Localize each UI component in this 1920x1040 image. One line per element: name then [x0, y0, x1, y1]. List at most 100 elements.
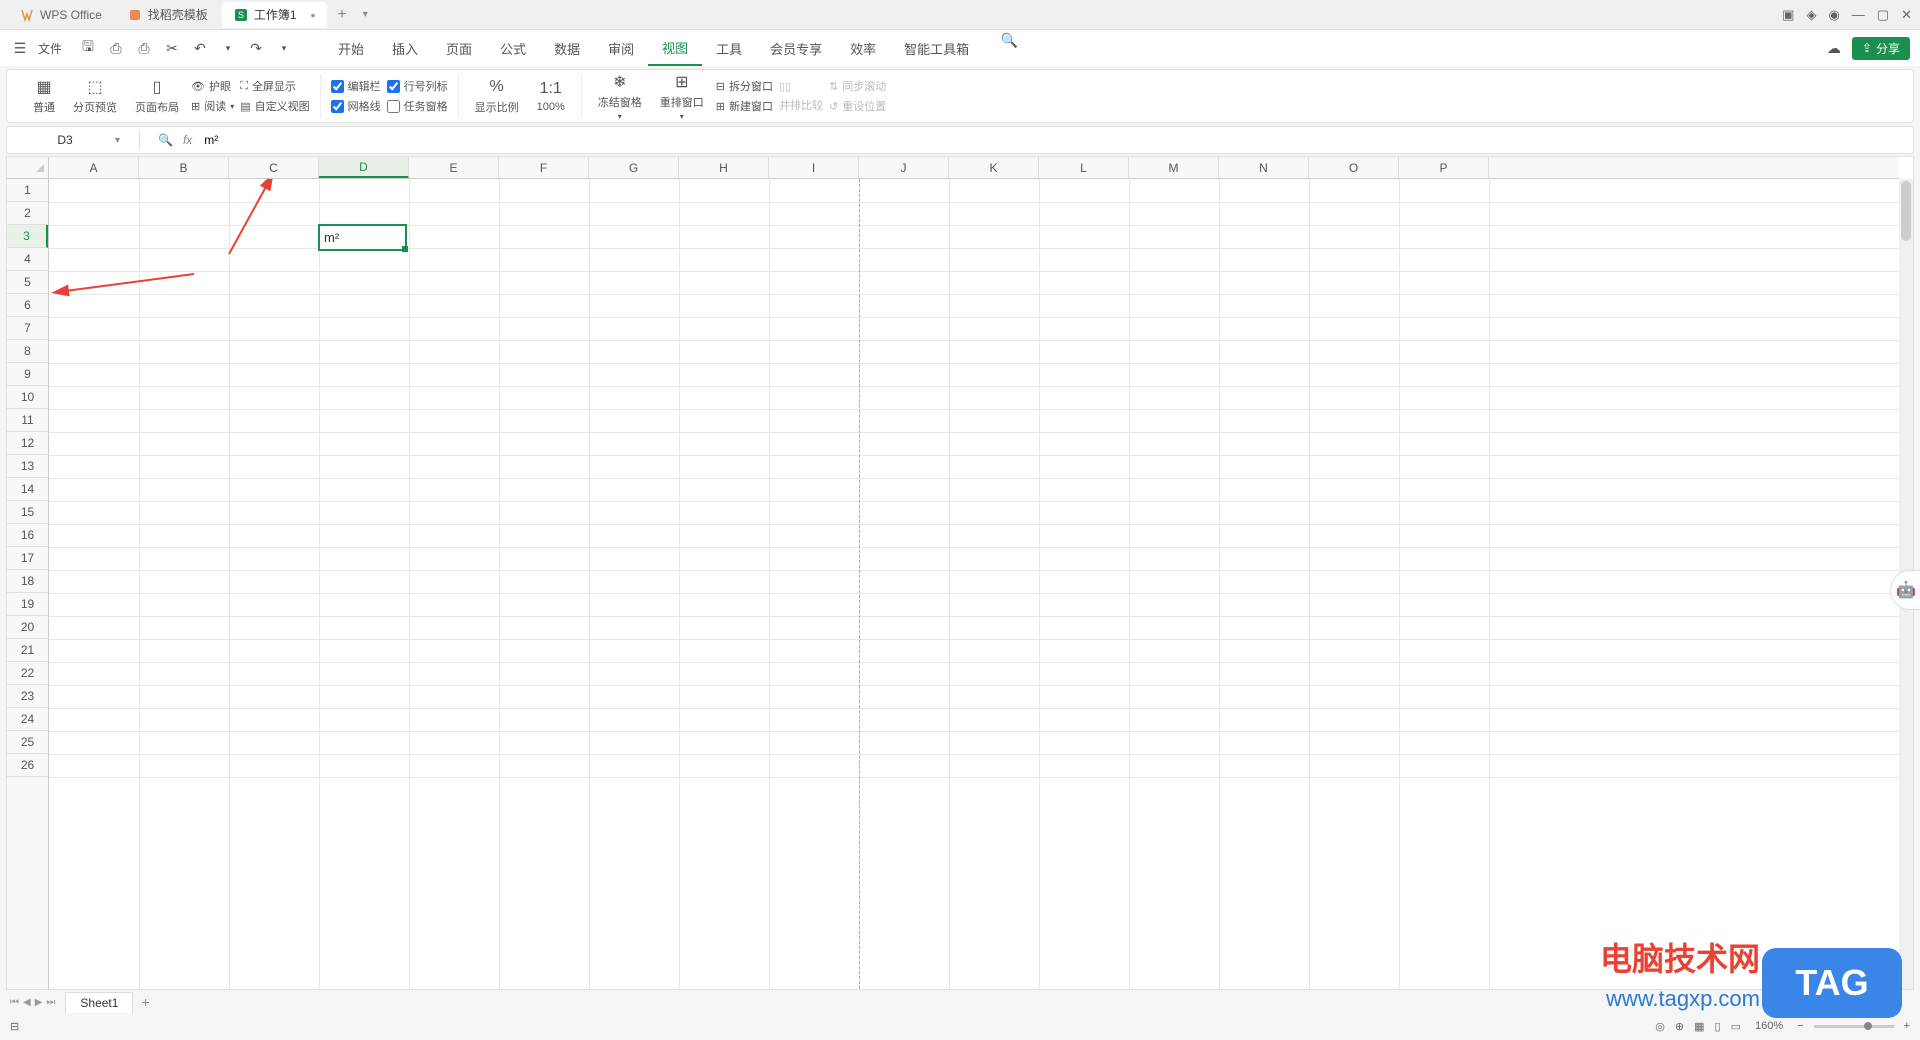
sheet-nav-last[interactable]: ⏭ [46, 997, 55, 1008]
col-header-H[interactable]: H [679, 157, 769, 178]
col-header-B[interactable]: B [139, 157, 229, 178]
fullscreen-button[interactable]: ⛶全屏显示 [240, 78, 309, 94]
check-gridlines-input[interactable] [331, 100, 344, 113]
tab-formula[interactable]: 公式 [486, 30, 540, 66]
sheet-tab-1[interactable]: Sheet1 [65, 992, 133, 1013]
freeze-button[interactable]: ❄冻结窗格▾ [592, 70, 648, 123]
name-box[interactable] [15, 129, 115, 151]
close-button[interactable]: ✕ [1901, 7, 1912, 23]
tab-add-button[interactable]: + [329, 6, 354, 24]
col-header-A[interactable]: A [49, 157, 139, 178]
redo-icon[interactable]: ↷ [246, 38, 266, 58]
col-header-M[interactable]: M [1129, 157, 1219, 178]
row-header-1[interactable]: 1 [7, 179, 48, 202]
tab-view[interactable]: 视图 [648, 30, 702, 66]
row-header-2[interactable]: 2 [7, 202, 48, 225]
split-button[interactable]: ⊟拆分窗口 [716, 78, 773, 94]
zoom-100-button[interactable]: 1:1100% [531, 77, 571, 115]
redo-dd-icon[interactable]: ▾ [274, 38, 294, 58]
row-header-6[interactable]: 6 [7, 294, 48, 317]
row-header-12[interactable]: 12 [7, 432, 48, 455]
print-icon[interactable]: ⎙ [134, 38, 154, 58]
row-header-19[interactable]: 19 [7, 593, 48, 616]
tab-smart-toolbox[interactable]: 智能工具箱 [890, 30, 983, 66]
cube-icon[interactable]: ◈ [1806, 7, 1816, 23]
document-tab[interactable]: S 工作簿1 • [222, 2, 328, 28]
row-header-10[interactable]: 10 [7, 386, 48, 409]
col-header-G[interactable]: G [589, 157, 679, 178]
tab-review[interactable]: 审阅 [594, 30, 648, 66]
tab-data[interactable]: 数据 [540, 30, 594, 66]
tab-start[interactable]: 开始 [324, 30, 378, 66]
eye-protect-button[interactable]: 👁护眼 [191, 78, 234, 94]
tab-menu-button[interactable]: ▾ [355, 9, 376, 20]
check-taskpane[interactable]: 任务窗格 [387, 98, 448, 114]
sheet-nav-prev[interactable]: ◀ [23, 997, 31, 1008]
template-tab[interactable]: 找稻壳模板 [116, 2, 220, 28]
formula-input[interactable] [200, 133, 1905, 147]
row-header-15[interactable]: 15 [7, 501, 48, 524]
col-header-F[interactable]: F [499, 157, 589, 178]
row-header-3[interactable]: 3 [7, 225, 48, 248]
row-header-14[interactable]: 14 [7, 478, 48, 501]
tab-tools[interactable]: 工具 [702, 30, 756, 66]
status-view1-icon[interactable]: ▦ [1694, 1020, 1704, 1033]
sheet-add-button[interactable]: + [133, 994, 157, 1010]
row-header-22[interactable]: 22 [7, 662, 48, 685]
check-rowcol-input[interactable] [387, 80, 400, 93]
row-header-21[interactable]: 21 [7, 639, 48, 662]
tab-page[interactable]: 页面 [432, 30, 486, 66]
zoom-in-button[interactable]: + [1904, 1020, 1910, 1032]
check-editbar-input[interactable] [331, 80, 344, 93]
view-page-preview-button[interactable]: ⬚分页预览 [67, 75, 123, 117]
check-gridlines[interactable]: 网格线 [331, 98, 381, 114]
col-header-P[interactable]: P [1399, 157, 1489, 178]
row-header-18[interactable]: 18 [7, 570, 48, 593]
row-header-17[interactable]: 17 [7, 547, 48, 570]
active-cell[interactable]: m² [318, 224, 407, 251]
read-mode-button[interactable]: ⊞阅读▾ [191, 98, 234, 114]
row-header-20[interactable]: 20 [7, 616, 48, 639]
row-header-4[interactable]: 4 [7, 248, 48, 271]
tab-insert[interactable]: 插入 [378, 30, 432, 66]
undo-icon[interactable]: ↶ [190, 38, 210, 58]
col-header-E[interactable]: E [409, 157, 499, 178]
status-target-icon[interactable]: ⊕ [1675, 1020, 1684, 1033]
file-menu[interactable]: 文件 [38, 40, 62, 57]
view-page-layout-button[interactable]: ▯页面布局 [129, 75, 185, 117]
row-header-16[interactable]: 16 [7, 524, 48, 547]
row-header-23[interactable]: 23 [7, 685, 48, 708]
minimize-button[interactable]: — [1852, 7, 1865, 22]
print-preview-icon[interactable]: ⎙ [106, 38, 126, 58]
col-header-J[interactable]: J [859, 157, 949, 178]
app-tab[interactable]: WPS Office [8, 2, 114, 28]
rearrange-button[interactable]: ⊞重排窗口▾ [654, 70, 710, 123]
tab-member[interactable]: 会员专享 [756, 30, 836, 66]
row-header-24[interactable]: 24 [7, 708, 48, 731]
select-all-corner[interactable] [7, 157, 49, 179]
col-header-D[interactable]: D [319, 157, 409, 178]
sheet-nav-first[interactable]: ⏮ [10, 997, 19, 1008]
col-header-C[interactable]: C [229, 157, 319, 178]
cells-area[interactable]: m² [49, 179, 1899, 989]
custom-view-button[interactable]: ▤自定义视图 [240, 98, 309, 114]
cut-icon[interactable]: ✂ [162, 38, 182, 58]
view-normal-button[interactable]: ▦普通 [27, 75, 61, 117]
scroll-thumb[interactable] [1901, 181, 1911, 241]
status-view3-icon[interactable]: ▭ [1731, 1020, 1741, 1033]
row-header-13[interactable]: 13 [7, 455, 48, 478]
zoom-slider[interactable] [1814, 1025, 1894, 1028]
zoom-ratio-button[interactable]: %显示比例 [469, 75, 525, 117]
name-box-dropdown[interactable]: ▾ [115, 135, 131, 146]
menu-hamburger-icon[interactable]: ☰ [10, 38, 30, 58]
row-header-7[interactable]: 7 [7, 317, 48, 340]
row-header-11[interactable]: 11 [7, 409, 48, 432]
fx-label[interactable]: fx [183, 133, 192, 147]
tab-efficiency[interactable]: 效率 [836, 30, 890, 66]
maximize-button[interactable]: ▢ [1877, 7, 1889, 23]
check-rowcol[interactable]: 行号列标 [387, 78, 448, 94]
col-header-L[interactable]: L [1039, 157, 1129, 178]
cloud-icon[interactable]: ☁ [1824, 38, 1844, 58]
check-editbar[interactable]: 编辑栏 [331, 78, 381, 94]
row-header-9[interactable]: 9 [7, 363, 48, 386]
